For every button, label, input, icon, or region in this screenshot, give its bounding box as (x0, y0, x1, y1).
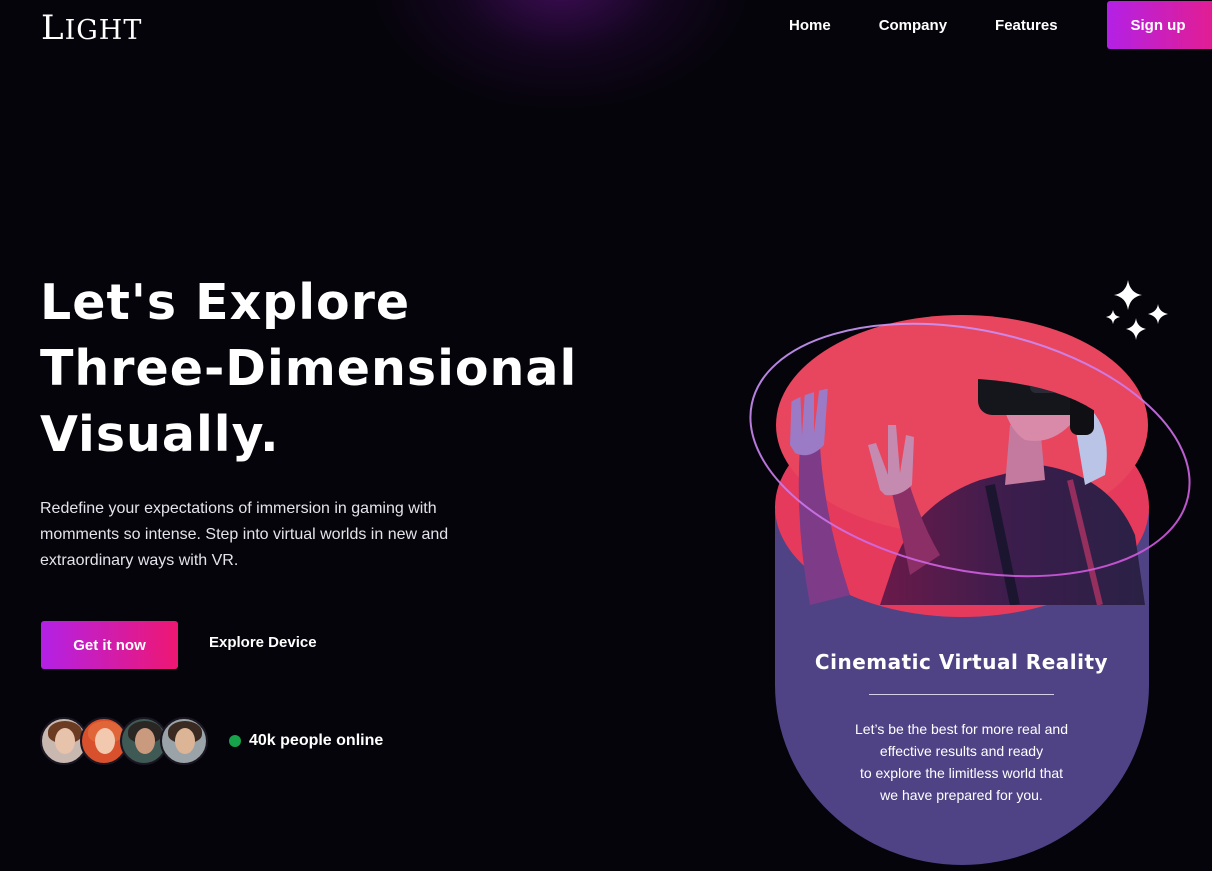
headline-line: Visually. (40, 406, 280, 463)
get-it-now-button[interactable]: Get it now (41, 621, 178, 669)
headline-line: Three-Dimensional (40, 340, 578, 397)
nav-features[interactable]: Features (995, 17, 1058, 34)
nav-company[interactable]: Company (879, 17, 947, 34)
sparkle-icon (1106, 280, 1168, 340)
description-line: momments so intense. Step into virtual w… (40, 526, 449, 543)
background-glow (370, 0, 750, 110)
logo[interactable]: LIGHT (41, 8, 142, 48)
headline-line: Let's Explore (40, 274, 411, 331)
explore-device-link[interactable]: Explore Device (209, 634, 317, 651)
avatar (160, 717, 208, 765)
online-count: 40k people online (249, 732, 384, 749)
online-status: 40k people online (229, 732, 383, 750)
avatar-group (40, 717, 210, 765)
online-dot-icon (229, 735, 241, 747)
signup-button[interactable]: Sign up (1107, 1, 1212, 49)
card-line: effective results and ready (879, 743, 1044, 759)
card-line: Let’s be the best for more real and (855, 721, 1068, 737)
description-line: extraordinary ways with VR. (40, 552, 239, 569)
hero-headline: Let's Explore Three-Dimensional Visually… (40, 270, 600, 468)
card-title: Cinematic Virtual Reality (814, 650, 1109, 674)
landing-page: LIGHT Home Company Features Sign up Let'… (0, 0, 1212, 871)
description-line: Redefine your expectations of immersion … (40, 500, 437, 517)
card-description: Let’s be the best for more real and effe… (815, 718, 1108, 806)
hero-description: Redefine your expectations of immersion … (40, 496, 490, 574)
card-line: to explore the limitless world that (859, 765, 1064, 781)
card-line: we have prepared for you. (880, 787, 1043, 803)
main-nav: Home Company Features (789, 17, 1106, 34)
nav-home[interactable]: Home (789, 17, 831, 34)
card-divider (869, 694, 1054, 695)
